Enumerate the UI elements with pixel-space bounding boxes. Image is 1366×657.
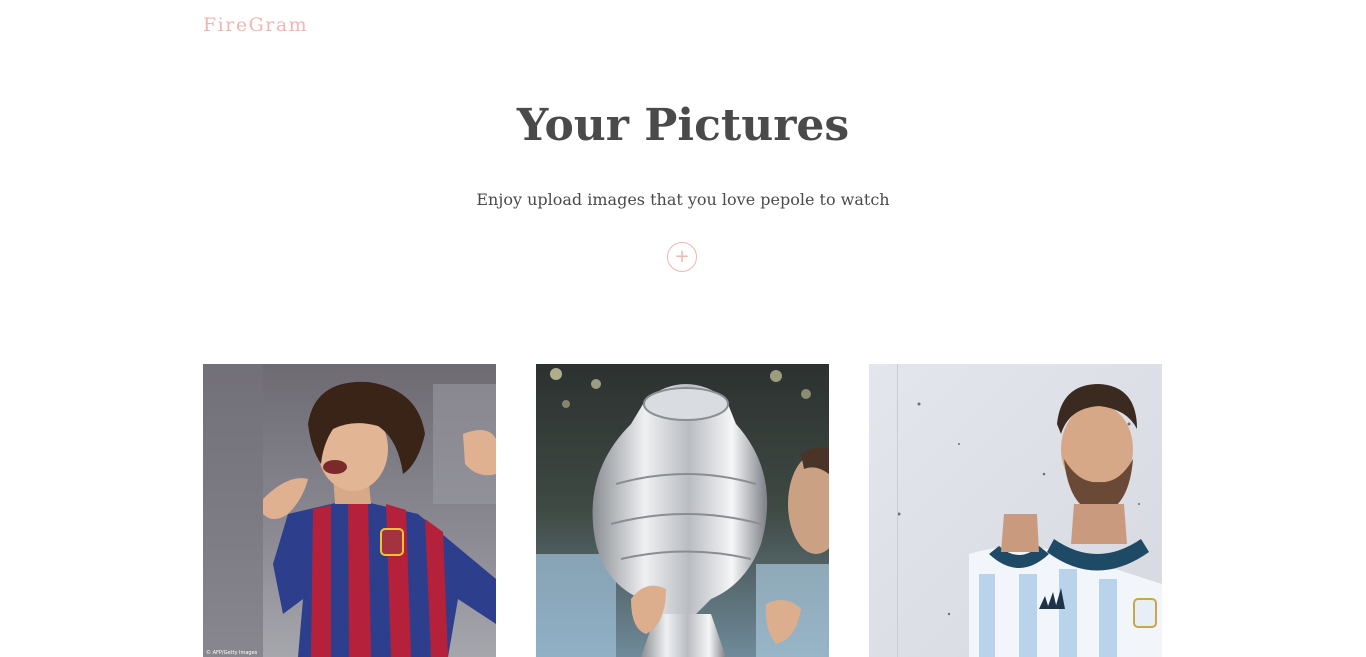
image-tile[interactable]: © AFP/Getty Images xyxy=(203,364,496,657)
photo-credit: © AFP/Getty Images xyxy=(206,650,258,656)
plus-icon: + xyxy=(674,246,690,267)
upload-button[interactable]: + xyxy=(667,242,697,272)
logo: FireGram xyxy=(203,14,309,36)
image-tile[interactable] xyxy=(869,364,1162,657)
player-celebrating-photo xyxy=(203,364,496,657)
app-root: FireGram Your Pictures Enjoy upload imag… xyxy=(0,0,1366,657)
player-kissing-trophy-photo xyxy=(536,364,829,657)
image-grid: © AFP/Getty Images xyxy=(203,364,1163,657)
player-portrait-photo xyxy=(869,364,1162,657)
page-subtitle: Enjoy upload images that you love pepole… xyxy=(476,190,890,209)
page-title: Your Pictures xyxy=(516,100,850,151)
image-tile[interactable] xyxy=(536,364,829,657)
